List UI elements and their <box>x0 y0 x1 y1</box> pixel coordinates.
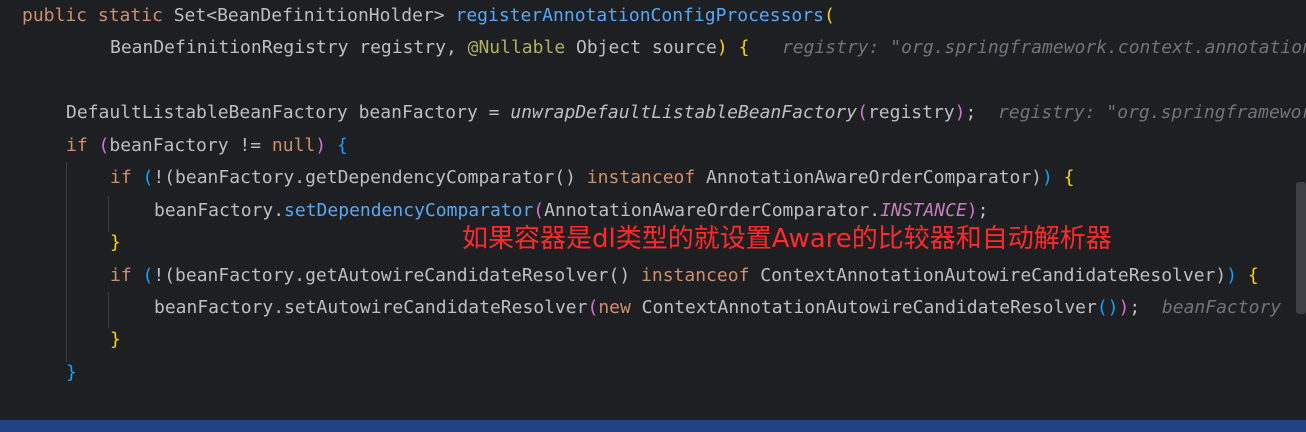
code-line-1[interactable]: public static Set<BeanDefinitionHolder> … <box>22 0 835 32</box>
keyword: public static <box>22 5 174 26</box>
keyword: if <box>110 167 143 188</box>
paren: ) <box>954 102 966 123</box>
code-line-6[interactable]: if (!(beanFactory.getDependencyComparato… <box>110 162 1075 194</box>
inlay-hint: registry: "org.springframework <box>998 102 1306 123</box>
annotation: @Nullable <box>467 37 566 58</box>
code-editor[interactable]: public static Set<BeanDefinitionHolder> … <box>0 0 1306 432</box>
code-line-9[interactable]: if (!(beanFactory.getAutowireCandidateRe… <box>110 260 1259 292</box>
condition: beanFactory != <box>109 135 272 156</box>
statement: beanFactory.setAutowireCandidateResolver <box>154 297 588 318</box>
param: BeanDefinitionRegistry registry, <box>110 37 468 58</box>
brace: } <box>110 329 121 350</box>
annotation-overlay-text: 如果容器是dl类型的就设置Aware的比较器和自动解析器 <box>462 224 1112 254</box>
code-line-8[interactable]: } <box>110 227 121 259</box>
keyword: null <box>271 135 316 156</box>
brace: { <box>1052 167 1075 188</box>
code-line-4[interactable]: DefaultListableBeanFactory beanFactory =… <box>66 97 1306 129</box>
keyword: new <box>598 297 631 318</box>
indent-guide <box>108 196 109 232</box>
type: AnnotationAwareOrderComparator) <box>695 167 1042 188</box>
keyword: instanceof <box>641 265 750 286</box>
paren: ) <box>1226 265 1238 286</box>
paren: ( <box>142 265 154 286</box>
paren: ) <box>1118 297 1130 318</box>
keyword: if <box>66 135 99 156</box>
brace: { <box>727 37 750 58</box>
paren: ) <box>716 37 728 58</box>
brace: { <box>326 135 348 156</box>
inlay-hint: registry: "org.springframework.context.a… <box>781 37 1306 58</box>
keyword: if <box>110 265 143 286</box>
statement: DefaultListableBeanFactory beanFactory = <box>66 102 511 123</box>
vertical-scrollbar[interactable] <box>1296 182 1306 314</box>
condition: !(beanFactory.getDependencyComparator() <box>153 167 587 188</box>
paren: ( <box>142 167 154 188</box>
type: ContextAnnotationAutowireCandidateResolv… <box>749 265 1227 286</box>
code-line-5[interactable]: if (beanFactory != null) { <box>66 130 348 162</box>
indent-guide <box>108 292 109 328</box>
selected-line-highlight <box>0 420 1306 432</box>
paren: ( <box>823 5 835 26</box>
condition: !(beanFactory.getAutowireCandidateResolv… <box>153 265 642 286</box>
paren: () <box>1096 297 1119 318</box>
code-line-11[interactable]: } <box>110 324 121 356</box>
keyword: instanceof <box>586 167 696 188</box>
param: Object source <box>565 37 717 58</box>
indent-guide <box>66 162 67 362</box>
semicolon: ; <box>1129 297 1141 318</box>
arg: registry <box>867 102 955 123</box>
brace: { <box>1237 265 1259 286</box>
code-line-2[interactable]: BeanDefinitionRegistry registry, @Nullab… <box>110 32 1306 64</box>
paren: ) <box>315 135 327 156</box>
code-line-10[interactable]: beanFactory.setAutowireCandidateResolver… <box>154 292 1281 324</box>
return-type: Set<BeanDefinitionHolder> <box>173 5 456 26</box>
paren: ( <box>587 297 599 318</box>
code-line-12[interactable]: } <box>66 357 77 389</box>
semicolon: ; <box>965 102 977 123</box>
brace: } <box>110 232 121 253</box>
receiver: beanFactory. <box>154 200 285 221</box>
paren: ) <box>1042 167 1053 188</box>
method-call: unwrapDefaultListableBeanFactory <box>510 102 858 123</box>
method-name: registerAnnotationConfigProcessors <box>455 5 824 26</box>
type: ContextAnnotationAutowireCandidateResolv… <box>630 297 1097 318</box>
paren: ( <box>98 135 110 156</box>
brace: } <box>66 362 77 383</box>
paren: ( <box>857 102 868 123</box>
inlay-hint: beanFactory <box>1161 297 1282 318</box>
